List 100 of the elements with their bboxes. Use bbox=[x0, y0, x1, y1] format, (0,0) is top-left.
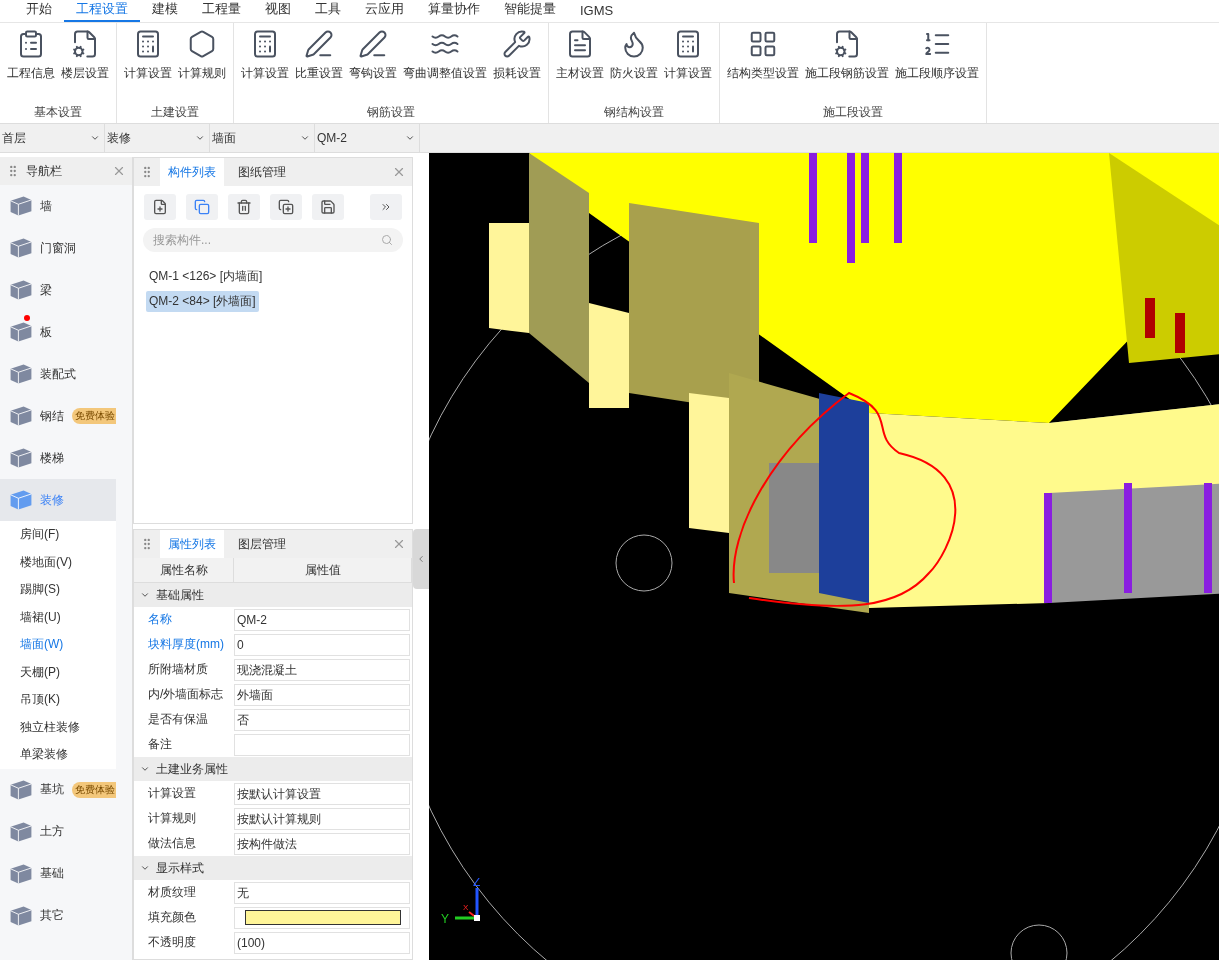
save-button[interactable] bbox=[312, 194, 344, 220]
menu-tab[interactable]: 开始 bbox=[14, 0, 64, 22]
property-value[interactable]: 按构件做法 bbox=[234, 832, 410, 855]
duplicate-button[interactable] bbox=[270, 194, 302, 220]
menu-tab[interactable]: 建模 bbox=[140, 0, 190, 22]
close-icon[interactable] bbox=[112, 164, 126, 178]
nav-item[interactable]: 装配式 bbox=[0, 353, 116, 395]
property-value[interactable]: (100) bbox=[234, 931, 410, 954]
nav-subitem[interactable]: 独立柱装修 bbox=[0, 713, 116, 741]
dropdown[interactable]: QM-2 bbox=[315, 124, 420, 152]
search-field[interactable]: 搜索构件... bbox=[143, 228, 403, 252]
dropdown[interactable]: 墙面 bbox=[210, 124, 315, 152]
nav-subitem[interactable]: 楼地面(V) bbox=[0, 548, 116, 576]
ribbon-group-title: 基本设置 bbox=[33, 104, 83, 121]
menu-tab[interactable]: 云应用 bbox=[353, 0, 416, 22]
ribbon-group-title: 土建设置 bbox=[150, 104, 200, 121]
property-value[interactable]: 0 bbox=[234, 633, 410, 656]
copy-button[interactable] bbox=[186, 194, 218, 220]
nav-item[interactable]: 梁 bbox=[0, 269, 116, 311]
new-button[interactable] bbox=[144, 194, 176, 220]
ribbon-button[interactable]: 工程信息 bbox=[4, 27, 58, 101]
ribbon-button[interactable]: 损耗设置 bbox=[490, 27, 544, 101]
nav-item[interactable]: 墙 bbox=[0, 185, 116, 227]
nav-item[interactable]: 基坑 免费体验 bbox=[0, 768, 116, 811]
ribbon-group-title: 钢筋设置 bbox=[366, 104, 416, 121]
nav-item[interactable]: 其它 bbox=[0, 894, 116, 937]
property-value[interactable]: 按默认计算规则 bbox=[234, 807, 410, 830]
panel-tab[interactable]: 图纸管理 bbox=[230, 158, 294, 186]
copy-icon bbox=[194, 199, 210, 215]
ribbon-button[interactable]: 施工段钢筋设置 bbox=[802, 27, 892, 101]
component-item[interactable]: QM-2 <84> [外墙面] bbox=[146, 291, 259, 312]
menu-tab[interactable]: IGMS bbox=[568, 3, 626, 22]
wrench-icon bbox=[502, 29, 532, 59]
property-value[interactable]: 按默认计算设置 bbox=[234, 782, 410, 805]
nav-item[interactable]: 门窗洞 bbox=[0, 227, 116, 269]
property-value[interactable]: 无 bbox=[234, 881, 410, 904]
panel-title: 导航栏 bbox=[26, 162, 63, 180]
chevron-left-icon bbox=[416, 553, 426, 564]
menu-tab[interactable]: 算量协作 bbox=[416, 0, 492, 22]
nav-subitem[interactable]: 踢脚(S) bbox=[0, 576, 116, 604]
collapse-handle[interactable] bbox=[413, 528, 429, 589]
property-value[interactable]: QM-2 bbox=[234, 608, 410, 631]
nav-subitem[interactable]: 墙裙(U) bbox=[0, 603, 116, 631]
property-value[interactable] bbox=[234, 906, 410, 929]
property-value[interactable]: 现浇混凝土 bbox=[234, 658, 410, 681]
nav-subitem[interactable]: 天棚(P) bbox=[0, 658, 116, 686]
ribbon-button[interactable]: 主材设置 bbox=[553, 27, 607, 101]
menu-tab[interactable]: 智能提量 bbox=[492, 0, 568, 22]
nav-item[interactable]: 楼梯 bbox=[0, 437, 116, 479]
dropdown[interactable]: 首层 bbox=[0, 124, 105, 152]
dropdown[interactable]: 装修 bbox=[105, 124, 210, 152]
group-header[interactable]: 土建业务属性 bbox=[134, 757, 412, 782]
group-header[interactable]: 显示样式 bbox=[134, 856, 412, 881]
ribbon-button[interactable]: 弯钩设置 bbox=[346, 27, 400, 101]
trial-badge: 免费体验 bbox=[72, 781, 116, 798]
group-title: 土建业务属性 bbox=[156, 760, 228, 778]
property-name: 块料厚度(mm) bbox=[147, 636, 225, 654]
group-title: 显示样式 bbox=[156, 859, 204, 877]
panel-tab[interactable]: 图层管理 bbox=[230, 530, 294, 559]
nav-subitem[interactable]: 单梁装修 bbox=[0, 741, 116, 769]
nav-subitem[interactable]: 吊顶(K) bbox=[0, 686, 116, 714]
menu-tab[interactable]: 工程量 bbox=[190, 0, 253, 22]
menu-tab[interactable]: 视图 bbox=[253, 0, 303, 22]
ribbon-button[interactable]: 弯曲调整值设置 bbox=[400, 27, 490, 101]
nav-item[interactable]: 土方 bbox=[0, 810, 116, 853]
property-name: 不透明度 bbox=[147, 934, 197, 952]
menu-tab[interactable]: 工程设置 bbox=[64, 0, 140, 22]
nav-item[interactable]: 板 bbox=[0, 311, 116, 353]
ribbon-button[interactable]: 施工段顺序设置 bbox=[892, 27, 982, 101]
ribbon-button[interactable]: 计算设置 bbox=[238, 27, 292, 101]
property-name: 名称 bbox=[147, 611, 173, 629]
component-item[interactable]: QM-1 <126> [内墙面] bbox=[146, 266, 266, 287]
delete-button[interactable] bbox=[228, 194, 260, 220]
color-swatch[interactable] bbox=[245, 910, 401, 926]
property-value[interactable]: 外墙面 bbox=[234, 683, 410, 706]
ribbon-button[interactable]: 计算设置 bbox=[121, 27, 175, 101]
menu-tab[interactable]: 工具 bbox=[303, 0, 353, 22]
nav-item[interactable]: 钢结 免费体验 bbox=[0, 395, 116, 437]
duplicate-icon bbox=[278, 199, 294, 215]
ribbon-group-title: 钢结构设置 bbox=[603, 104, 665, 121]
grid-icon bbox=[748, 29, 778, 59]
ribbon-button[interactable]: 计算规则 bbox=[175, 27, 229, 101]
group-title: 基础属性 bbox=[156, 586, 204, 604]
save-icon bbox=[320, 199, 336, 215]
nav-subitem[interactable]: 房间(F) bbox=[0, 521, 116, 549]
ribbon-button[interactable]: 楼层设置 bbox=[58, 27, 112, 101]
pencil-icon bbox=[358, 29, 388, 59]
ribbon-button[interactable]: 比重设置 bbox=[292, 27, 346, 101]
nav-item[interactable]: 基础 bbox=[0, 852, 116, 895]
panel-tab[interactable]: 构件列表 bbox=[160, 158, 224, 186]
property-value[interactable]: 否 bbox=[234, 708, 410, 731]
ribbon-button[interactable]: 防火设置 bbox=[607, 27, 661, 101]
property-name: 是否有保温 bbox=[147, 711, 209, 729]
ribbon-group-title: 施工段设置 bbox=[822, 104, 884, 121]
panel-tab[interactable]: 属性列表 bbox=[160, 530, 224, 559]
close-icon[interactable] bbox=[392, 165, 406, 179]
nav-subitem[interactable]: 墙面(W) bbox=[0, 631, 116, 659]
group-header[interactable]: 基础属性 bbox=[134, 583, 412, 608]
ribbon-button[interactable]: 结构类型设置 bbox=[724, 27, 802, 101]
ribbon-button[interactable]: 计算设置 bbox=[661, 27, 715, 101]
